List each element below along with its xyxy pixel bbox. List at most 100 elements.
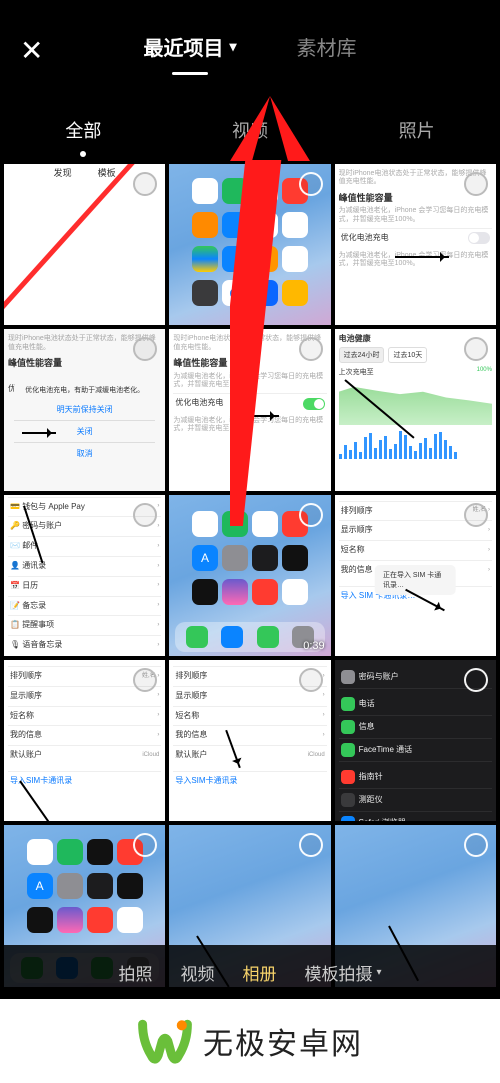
row: 优化电池充电 bbox=[173, 393, 326, 413]
tab-recent[interactable]: 最近项目 ▾ bbox=[143, 32, 236, 69]
thumb-9[interactable]: 排列顺序姓,名 › 显示顺序› 短名称› 我的信息› 导入 SIM 卡通讯录… … bbox=[335, 495, 496, 656]
arrow-icon bbox=[395, 256, 449, 258]
watermark-text: 无极安卓网 bbox=[203, 1019, 363, 1063]
toggle-on-icon bbox=[303, 398, 325, 410]
thumb-12[interactable]: 密码与账户 电话 信息 FaceTime 通话 指南针 测距仪 Safari 浏… bbox=[335, 660, 496, 821]
modal: 优化电池充电，有助于减缓电池老化。 明天前保持关闭 关闭 取消 bbox=[14, 379, 155, 464]
select-circle[interactable] bbox=[133, 172, 157, 196]
select-circle[interactable] bbox=[299, 172, 323, 196]
select-circle[interactable] bbox=[464, 503, 488, 527]
bottom-video[interactable]: 视频 bbox=[180, 960, 214, 985]
r: 日历 bbox=[22, 581, 38, 590]
bottom-tabs: 拍照 视频 相册 模板拍摄 ▾ bbox=[0, 945, 500, 999]
r: 测距仪 bbox=[359, 794, 383, 805]
thumb-3[interactable]: 现时iPhone电池状态处于正常状态，能够提供峰值充电性能。 峰值性能容量 为减… bbox=[335, 164, 496, 325]
select-circle[interactable] bbox=[299, 337, 323, 361]
bottom-template[interactable]: 模板拍摄 ▾ bbox=[304, 960, 381, 985]
import-link: 导入SIM卡通讯录 bbox=[175, 775, 237, 788]
arrow-icon bbox=[22, 432, 56, 434]
bottom-album[interactable]: 相册 bbox=[242, 960, 276, 985]
tab-24h: 过去24小时 bbox=[339, 347, 385, 363]
tab-library[interactable]: 素材库 bbox=[297, 32, 357, 69]
area-chart-icon bbox=[339, 377, 492, 425]
bottom-shoot[interactable]: 拍照 bbox=[118, 960, 152, 985]
chevron-down-icon: ▾ bbox=[376, 967, 381, 978]
chevron-down-icon: ▾ bbox=[229, 38, 236, 55]
select-circle[interactable] bbox=[464, 172, 488, 196]
r: 显示顺序 bbox=[175, 690, 207, 703]
r: 显示顺序 bbox=[341, 524, 373, 537]
thumb-6[interactable]: 电池健康 过去24小时 过去10天 上次充电至 100% bbox=[335, 329, 496, 490]
thumb-1[interactable]: 发现 模板 bbox=[4, 164, 165, 325]
select-circle[interactable] bbox=[299, 503, 323, 527]
filter-photo[interactable]: 照片 bbox=[333, 117, 500, 143]
r: 短名称 bbox=[341, 544, 365, 557]
r: 提醒事项 bbox=[22, 620, 54, 629]
arrow-icon bbox=[231, 415, 279, 417]
close-button[interactable]: ✕ bbox=[20, 34, 70, 67]
tab-10d: 过去10天 bbox=[388, 347, 427, 363]
thumb-7[interactable]: 💳 钱包与 Apple Pay› 🔑 密码与账户› ✉️ 邮件› 👤 通讯录› … bbox=[4, 495, 165, 656]
r: 我的信息 bbox=[341, 564, 373, 577]
r: 我的信息 bbox=[175, 729, 207, 742]
r: 排列顺序 bbox=[341, 505, 373, 518]
r: 默认账户 bbox=[10, 749, 42, 762]
desc3: 为减缓电池老化，iPhone 会学习您每日的充电模式，并暂缓充电至100%。 bbox=[339, 252, 492, 269]
thumb-4[interactable]: 现时iPhone电池状态处于正常状态，能够提供峰值充电性能。 峰值性能容量 优化… bbox=[4, 329, 165, 490]
watermark-footer: 无极安卓网 bbox=[0, 999, 500, 1083]
media-grid: 发现 模板 Q 现时iPhone电池状态处于正常状态，能够提供峰值充电性能。 bbox=[0, 160, 500, 991]
modal-opt1: 明天前保持关闭 bbox=[14, 399, 155, 421]
modal-cancel: 取消 bbox=[14, 443, 155, 464]
thumb-2[interactable]: Q bbox=[169, 164, 330, 325]
r: Safari 浏览器 bbox=[359, 817, 406, 821]
thumb-8[interactable]: A 0:39 bbox=[169, 495, 330, 656]
r: 电话 bbox=[359, 698, 375, 709]
modal-title: 优化电池充电，有助于减缓电池老化。 bbox=[14, 379, 155, 399]
label: 优化电池充电 bbox=[341, 232, 389, 245]
select-circle[interactable] bbox=[299, 668, 323, 692]
r: FaceTime 通话 bbox=[359, 744, 413, 755]
row: 优化电池充电 bbox=[339, 228, 492, 248]
toggle-off-icon bbox=[468, 232, 490, 244]
select-circle[interactable] bbox=[299, 833, 323, 857]
label: 优化电池充电 bbox=[175, 397, 223, 410]
r: 默认账户 bbox=[175, 749, 207, 762]
video-duration: 0:39 bbox=[303, 640, 324, 652]
r: 排列顺序 bbox=[10, 670, 42, 683]
v: iCloud bbox=[142, 751, 159, 761]
desc3: 为减缓电池老化，iPhone 会学习您每日的充电模式，并暂缓充电至100%。 bbox=[173, 417, 326, 434]
source-tabs: 最近项目 ▾ 素材库 bbox=[70, 32, 430, 69]
r: 密码与账户 bbox=[359, 671, 399, 682]
mini-tab-discover: 发现 bbox=[54, 166, 72, 179]
select-circle[interactable] bbox=[133, 503, 157, 527]
pct: 100% bbox=[477, 367, 492, 377]
bottom-template-label: 模板拍摄 bbox=[304, 960, 372, 985]
r: 信息 bbox=[359, 721, 375, 732]
r: 我的信息 bbox=[10, 729, 42, 742]
thumb-5[interactable]: 现时iPhone电池状态处于正常状态，能够提供峰值充电性能。 峰值性能容量 为减… bbox=[169, 329, 330, 490]
thumb-11[interactable]: 排列顺序› 显示顺序› 短名称› 我的信息› 默认账户iCloud 导入SIM卡… bbox=[169, 660, 330, 821]
mini-tab-template: 模板 bbox=[98, 166, 116, 179]
thumb-10[interactable]: 排列顺序姓,名 › 显示顺序› 短名称› 我的信息› 默认账户iCloud 导入… bbox=[4, 660, 165, 821]
v: iCloud bbox=[308, 751, 325, 761]
r: 钱包与 Apple Pay bbox=[22, 502, 85, 511]
r: 指南针 bbox=[359, 771, 383, 782]
filter-video[interactable]: 视频 bbox=[167, 117, 334, 143]
r: 语音备忘录 bbox=[22, 640, 62, 649]
tab-recent-label: 最近项目 bbox=[143, 32, 223, 61]
r: 备忘录 bbox=[22, 601, 46, 610]
last-label: 上次充电至 bbox=[339, 367, 374, 377]
r: 排列顺序 bbox=[175, 670, 207, 683]
select-circle[interactable] bbox=[464, 668, 488, 692]
bar-chart-icon bbox=[339, 431, 492, 459]
filter-all[interactable]: 全部 bbox=[0, 117, 167, 143]
r: 短名称 bbox=[10, 710, 34, 723]
header: ✕ 最近项目 ▾ 素材库 bbox=[0, 0, 500, 100]
filter-tabs: 全部 视频 照片 bbox=[0, 100, 500, 160]
desc2: 为减缓电池老化，iPhone 会学习您每日的充电模式，并暂缓充电至100%。 bbox=[339, 207, 492, 224]
r: 短名称 bbox=[175, 710, 199, 723]
wuji-logo-icon bbox=[137, 1013, 193, 1069]
red-line-icon bbox=[4, 164, 150, 318]
desc2: 为减缓电池老化，iPhone 会学习您每日的充电模式，并暂缓充电至100%。 bbox=[173, 373, 326, 390]
toast: 正在导入 SIM 卡通讯录… bbox=[375, 565, 456, 595]
